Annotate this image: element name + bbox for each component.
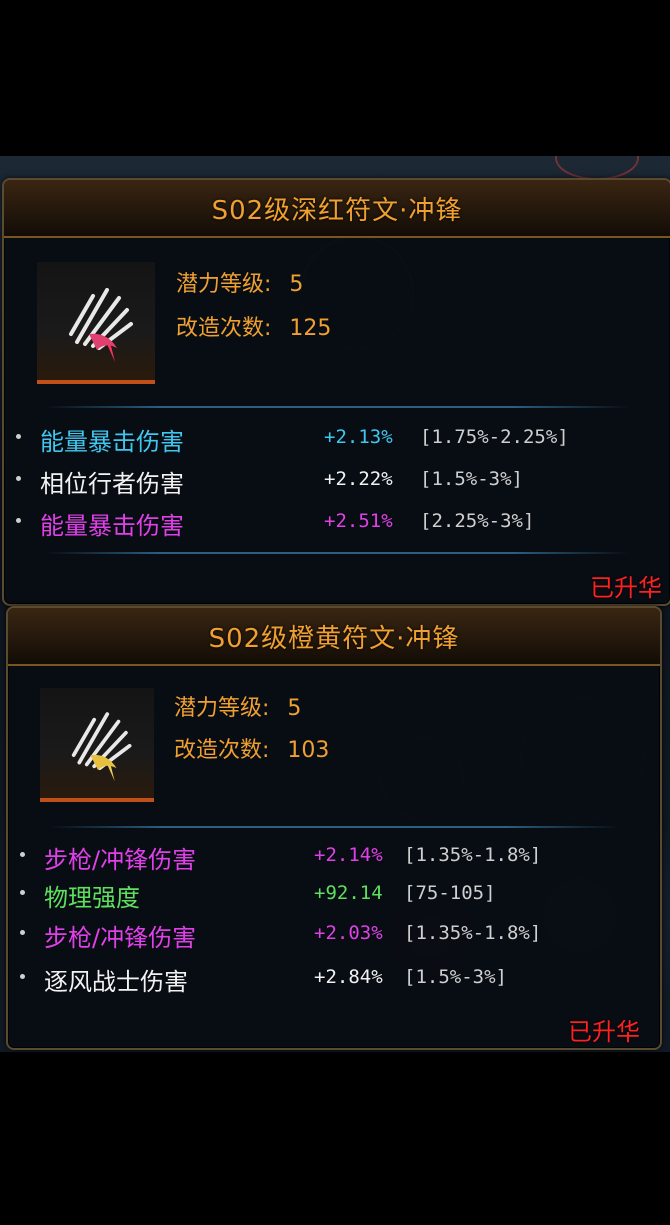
- stat-row: 物理强度 +92.14 [75-105]: [8, 874, 660, 914]
- claw-rune-red-icon: [69, 288, 133, 362]
- rune-icon-slot[interactable]: [37, 262, 155, 384]
- reforge-count-value: 125: [289, 316, 332, 341]
- stat-range: [1.35%-1.8%]: [404, 922, 542, 944]
- sublimated-status: 已升华: [568, 1018, 640, 1046]
- stat-row: 步枪/冲锋伤害 +2.14% [1.35%-1.8%]: [8, 836, 660, 876]
- bullet-icon: [16, 434, 21, 439]
- bullet-icon: [16, 476, 21, 481]
- stat-name: 能量暴击伤害: [40, 428, 184, 456]
- rune-icon-slot[interactable]: [40, 688, 154, 802]
- stat-name: 物理强度: [44, 884, 140, 912]
- bullet-icon: [20, 890, 25, 895]
- stat-range: [2.25%-3%]: [420, 510, 535, 532]
- potential-level-row: 潜力等级: 5: [176, 266, 303, 298]
- stat-range: [1.5%-3%]: [420, 468, 523, 490]
- stat-name: 相位行者伤害: [40, 470, 184, 498]
- stat-row: 能量暴击伤害 +2.51% [2.25%-3%]: [4, 502, 670, 542]
- potential-level-label: 潜力等级:: [174, 696, 270, 721]
- card-title: S02级深红符文·冲锋: [211, 195, 463, 226]
- card-title: S02级橙黄符文·冲锋: [208, 623, 460, 654]
- stat-value: +2.13%: [324, 426, 393, 448]
- stat-row: 相位行者伤害 +2.22% [1.5%-3%]: [4, 460, 670, 500]
- background-ring: [555, 156, 639, 180]
- stat-name: 步枪/冲锋伤害: [44, 846, 197, 874]
- stat-name: 步枪/冲锋伤害: [44, 924, 197, 952]
- stat-row: 能量暴击伤害 +2.13% [1.75%-2.25%]: [4, 418, 670, 458]
- reforge-count-row: 改造次数: 125: [176, 310, 331, 342]
- stat-range: [1.75%-2.25%]: [420, 426, 569, 448]
- reforge-count-row: 改造次数: 103: [174, 732, 329, 764]
- stat-name: 逐风战士伤害: [44, 968, 188, 996]
- sublimated-status: 已升华: [590, 574, 662, 602]
- bullet-icon: [20, 930, 25, 935]
- rune-card-orange: S02级橙黄符文·冲锋 潜力等级: 5 改造次数: 103 步枪/冲锋伤害 +2.1…: [6, 606, 662, 1050]
- card-title-bar: S02级深红符文·冲锋: [4, 180, 670, 238]
- stat-value: +2.84%: [314, 966, 383, 988]
- bullet-icon: [20, 852, 25, 857]
- reforge-count-label: 改造次数:: [176, 316, 272, 341]
- divider: [48, 826, 620, 828]
- divider: [44, 406, 630, 408]
- rune-card-crimson: S02级深红符文·冲锋 潜力等级: 5 改造次数: 125 能量暴击伤害 +2.13…: [2, 178, 670, 606]
- potential-level-label: 潜力等级:: [176, 272, 272, 297]
- stat-name: 能量暴击伤害: [40, 512, 184, 540]
- divider: [44, 552, 630, 554]
- stat-range: [1.35%-1.8%]: [404, 844, 542, 866]
- card-title-bar: S02级橙黄符文·冲锋: [8, 608, 660, 666]
- stat-range: [75-105]: [404, 882, 496, 904]
- reforge-count-label: 改造次数:: [174, 738, 270, 763]
- stat-row: 逐风战士伤害 +2.84% [1.5%-3%]: [8, 958, 660, 998]
- bullet-icon: [20, 974, 25, 979]
- stat-value: +92.14: [314, 882, 383, 904]
- potential-level-row: 潜力等级: 5: [174, 690, 301, 722]
- stat-row: 步枪/冲锋伤害 +2.03% [1.35%-1.8%]: [8, 914, 660, 954]
- stat-value: +2.14%: [314, 844, 383, 866]
- potential-level-value: 5: [287, 696, 302, 721]
- stat-value: +2.51%: [324, 510, 393, 532]
- bullet-icon: [16, 518, 21, 523]
- reforge-count-value: 103: [287, 738, 330, 763]
- stat-value: +2.03%: [314, 922, 383, 944]
- stat-range: [1.5%-3%]: [404, 966, 507, 988]
- stat-value: +2.22%: [324, 468, 393, 490]
- claw-rune-yellow-icon: [71, 712, 132, 782]
- potential-level-value: 5: [289, 272, 304, 297]
